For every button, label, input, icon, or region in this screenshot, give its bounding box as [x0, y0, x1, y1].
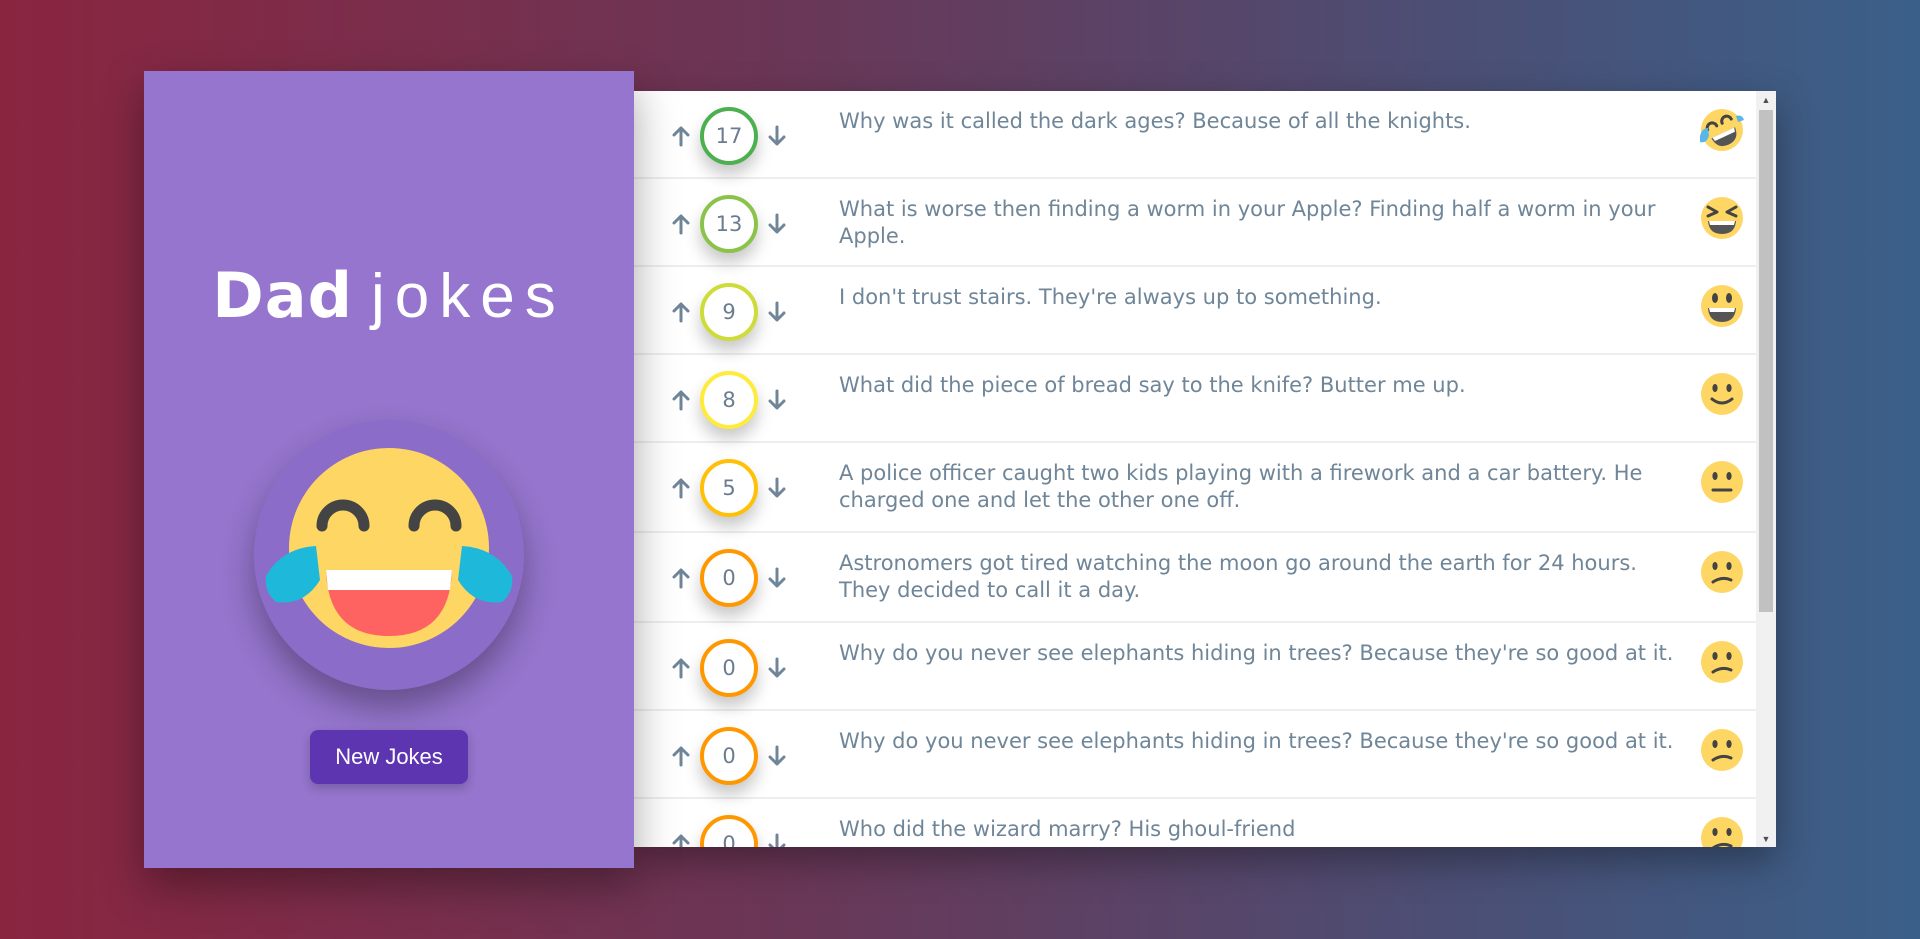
upvote-arrow-icon[interactable] [666, 385, 696, 415]
title-bold: Dad [212, 259, 353, 332]
downvote-arrow-icon[interactable] [762, 653, 792, 683]
title-light: jokes [370, 262, 566, 331]
upvote-arrow-icon[interactable] [666, 209, 696, 239]
joke-list[interactable]: 17 Why was it called the dark ages? Beca… [634, 91, 1756, 847]
joke-score: 0 [700, 815, 758, 847]
slightly-smiling-icon [1688, 355, 1756, 418]
grinning-squinting-icon [1688, 179, 1756, 242]
scroll-thumb[interactable] [1759, 110, 1773, 612]
scrollbar[interactable]: ▲ ▼ [1756, 91, 1776, 847]
joke-score: 17 [700, 107, 758, 165]
scroll-down-icon[interactable]: ▼ [1756, 830, 1776, 847]
downvote-arrow-icon[interactable] [762, 297, 792, 327]
laughing-tears-icon [254, 419, 524, 690]
upvote-arrow-icon[interactable] [666, 473, 696, 503]
confused-icon [1688, 799, 1756, 847]
vote-group: 0 [634, 533, 839, 607]
joke-text: Why do you never see elephants hiding in… [839, 729, 1674, 753]
joke-text: I don't trust stairs. They're always up … [839, 285, 1382, 309]
upvote-arrow-icon[interactable] [666, 297, 696, 327]
joke-text: Who did the wizard marry? His ghoul-frie… [839, 817, 1296, 841]
downvote-arrow-icon[interactable] [762, 741, 792, 771]
joke-score: 13 [700, 195, 758, 253]
downvote-arrow-icon[interactable] [762, 829, 792, 847]
joke-score: 0 [700, 727, 758, 785]
joke-row: 17 Why was it called the dark ages? Beca… [634, 91, 1756, 179]
vote-group: 13 [634, 179, 839, 253]
joke-row: 8 What did the piece of bread say to the… [634, 355, 1756, 443]
vote-group: 0 [634, 711, 839, 785]
confused-icon [1688, 533, 1756, 596]
vote-group: 5 [634, 443, 839, 517]
joke-score: 8 [700, 371, 758, 429]
joke-text: What is worse then finding a worm in you… [839, 197, 1656, 248]
joke-text: What did the piece of bread say to the k… [839, 373, 1466, 397]
downvote-arrow-icon[interactable] [762, 209, 792, 239]
vote-group: 8 [634, 355, 839, 429]
joke-text: Why do you never see elephants hiding in… [839, 641, 1674, 665]
downvote-arrow-icon[interactable] [762, 121, 792, 151]
sidebar: Dad jokes New Jokes [144, 71, 634, 868]
joke-row: 9 I don't trust stairs. They're always u… [634, 267, 1756, 355]
joke-text: A police officer caught two kids playing… [839, 461, 1643, 512]
joke-score: 0 [700, 639, 758, 697]
jokes-panel: 17 Why was it called the dark ages? Beca… [634, 91, 1776, 847]
joke-score: 9 [700, 283, 758, 341]
upvote-arrow-icon[interactable] [666, 741, 696, 771]
confused-icon [1688, 623, 1756, 686]
vote-group: 0 [634, 623, 839, 697]
joke-row: 0 Why do you never see elephants hiding … [634, 623, 1756, 711]
neutral-icon [1688, 443, 1756, 506]
joke-row: 13 What is worse then finding a worm in … [634, 179, 1756, 267]
joke-text: Astronomers got tired watching the moon … [839, 551, 1637, 602]
joke-row: 0 Astronomers got tired watching the moo… [634, 533, 1756, 623]
rolling-on-floor-laughing-icon [1688, 91, 1756, 154]
vote-group: 0 [634, 799, 839, 847]
joke-row: 0 Who did the wizard marry? His ghoul-fr… [634, 799, 1756, 847]
upvote-arrow-icon[interactable] [666, 829, 696, 847]
vote-group: 9 [634, 267, 839, 341]
app-title: Dad jokes [212, 259, 565, 332]
confused-icon [1688, 711, 1756, 774]
upvote-arrow-icon[interactable] [666, 563, 696, 593]
downvote-arrow-icon[interactable] [762, 473, 792, 503]
downvote-arrow-icon[interactable] [762, 385, 792, 415]
joke-text: Why was it called the dark ages? Because… [839, 109, 1471, 133]
joke-score: 0 [700, 549, 758, 607]
new-jokes-button[interactable]: New Jokes [310, 729, 468, 784]
grinning-big-eyes-icon [1688, 267, 1756, 330]
vote-group: 17 [634, 91, 839, 165]
joke-row: 0 Why do you never see elephants hiding … [634, 711, 1756, 799]
downvote-arrow-icon[interactable] [762, 563, 792, 593]
upvote-arrow-icon[interactable] [666, 653, 696, 683]
joke-score: 5 [700, 459, 758, 517]
scroll-up-icon[interactable]: ▲ [1756, 91, 1776, 108]
upvote-arrow-icon[interactable] [666, 121, 696, 151]
joke-row: 5 A police officer caught two kids playi… [634, 443, 1756, 533]
